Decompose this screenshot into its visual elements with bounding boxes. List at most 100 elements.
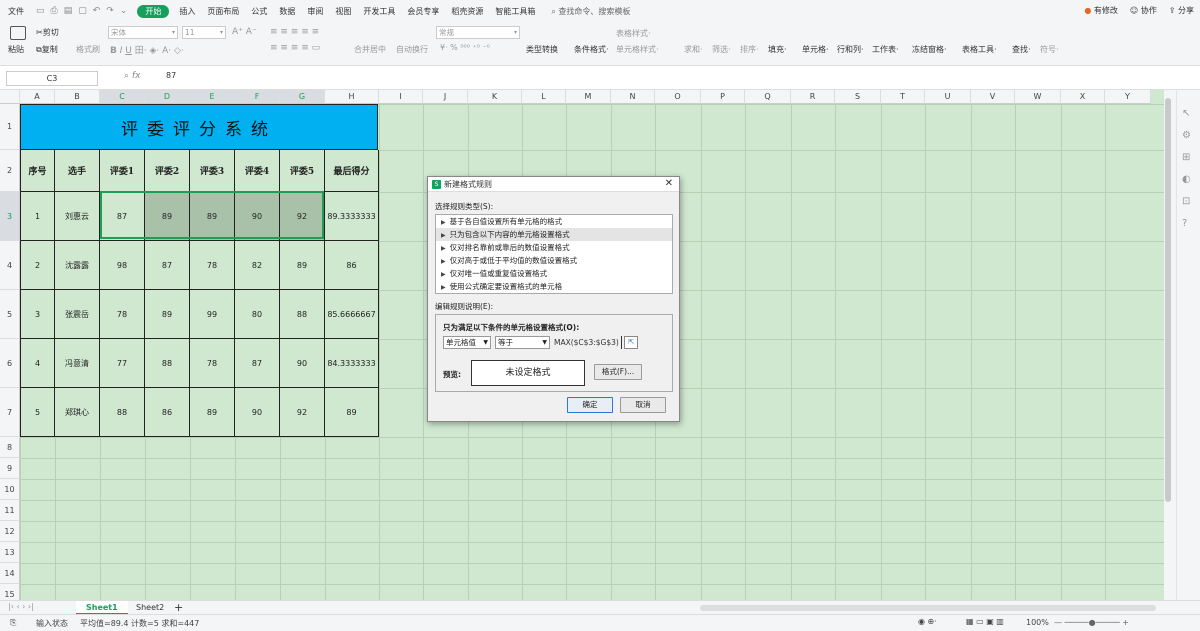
column-header-k[interactable]: K bbox=[468, 90, 522, 104]
column-header-u[interactable]: U bbox=[925, 90, 971, 104]
menu-file[interactable]: 文件 bbox=[0, 6, 30, 17]
table-cell[interactable]: 88 bbox=[145, 339, 190, 388]
rule-type-item[interactable]: ▶ 使用公式确定要设置格式的单元格 bbox=[436, 280, 672, 293]
table-cell[interactable]: 78 bbox=[190, 241, 235, 290]
redo-icon[interactable]: ↷ bbox=[106, 6, 114, 16]
table-cell[interactable]: 78 bbox=[100, 290, 145, 339]
table-cell[interactable]: 92 bbox=[280, 192, 325, 241]
row-header-8[interactable]: 8 bbox=[0, 437, 20, 458]
view-mode-icons[interactable]: ▦ ▭ ▣ ▥ bbox=[966, 617, 1004, 626]
scrollbar-thumb[interactable] bbox=[1165, 98, 1171, 502]
table-cell[interactable]: 98 bbox=[100, 241, 145, 290]
column-header-y[interactable]: Y bbox=[1105, 90, 1151, 104]
table-cell[interactable]: 89 bbox=[145, 290, 190, 339]
table-cell[interactable]: 80 bbox=[235, 290, 280, 339]
column-header-t[interactable]: T bbox=[881, 90, 925, 104]
add-sheet-button[interactable]: + bbox=[164, 601, 193, 615]
horizontal-scrollbar[interactable] bbox=[700, 605, 1156, 611]
tab-data[interactable]: 数据 bbox=[273, 6, 301, 17]
table-cell[interactable]: 86 bbox=[145, 388, 190, 437]
column-header-e[interactable]: E bbox=[190, 90, 235, 104]
find-button[interactable]: 查找· bbox=[1012, 44, 1031, 55]
export-pdf-icon[interactable]: ▢ bbox=[78, 6, 87, 16]
table-cell[interactable]: 78 bbox=[190, 339, 235, 388]
tab-developer[interactable]: 开发工具 bbox=[357, 6, 401, 17]
table-header-cell[interactable]: 评委3 bbox=[190, 150, 235, 192]
collab-button[interactable]: ☺ 协作 bbox=[1130, 5, 1157, 16]
table-cell[interactable]: 刘惠云 bbox=[55, 192, 100, 241]
tab-member[interactable]: 会员专享 bbox=[401, 6, 445, 17]
eye-protection-icon[interactable]: ◉ ⊕· bbox=[918, 617, 937, 626]
table-cell[interactable]: 89 bbox=[325, 388, 379, 437]
table-header-cell[interactable]: 序号 bbox=[20, 150, 55, 192]
table-header-cell[interactable]: 选手 bbox=[55, 150, 100, 192]
table-cell[interactable]: 90 bbox=[280, 339, 325, 388]
selection-summary[interactable]: 平均值=89.4 计数=5 求和=447 bbox=[80, 618, 199, 629]
table-cell[interactable]: 1 bbox=[20, 192, 55, 241]
table-cell[interactable]: 87 bbox=[145, 241, 190, 290]
help-icon[interactable]: ? bbox=[1182, 218, 1187, 229]
column-header-p[interactable]: P bbox=[701, 90, 745, 104]
table-cell[interactable]: 2 bbox=[20, 241, 55, 290]
row-header-3[interactable]: 3 bbox=[0, 192, 20, 241]
changes-button[interactable]: ● 有修改 bbox=[1084, 5, 1118, 16]
table-cell[interactable]: 77 bbox=[100, 339, 145, 388]
formula-input-field[interactable]: MAX($C$3:$G$3) bbox=[554, 336, 622, 349]
column-header-o[interactable]: O bbox=[655, 90, 701, 104]
font-name-select[interactable]: 宋体 ▾ bbox=[108, 26, 178, 39]
rule-type-item[interactable]: ▶ 仅对唯一值或重复值设置格式 bbox=[436, 267, 672, 280]
column-header-x[interactable]: X bbox=[1061, 90, 1105, 104]
cell-button[interactable]: 单元格· bbox=[802, 44, 829, 55]
column-header-h[interactable]: H bbox=[325, 90, 379, 104]
column-header-s[interactable]: S bbox=[835, 90, 881, 104]
table-cell[interactable]: 87 bbox=[235, 339, 280, 388]
worksheet-button[interactable]: 工作表· bbox=[872, 44, 899, 55]
merge-center-button[interactable]: 合并居中 bbox=[354, 44, 386, 55]
table-cell[interactable]: 89 bbox=[190, 192, 235, 241]
sheet-title-cell[interactable]: 评委评分系统 bbox=[20, 104, 378, 150]
rows-cols-button[interactable]: 行和列· bbox=[837, 44, 864, 55]
tab-page-layout[interactable]: 页面布局 bbox=[201, 6, 245, 17]
table-cell[interactable]: 郑琪心 bbox=[55, 388, 100, 437]
table-header-cell[interactable]: 评委1 bbox=[100, 150, 145, 192]
column-header-n[interactable]: N bbox=[611, 90, 655, 104]
tab-insert[interactable]: 插入 bbox=[173, 6, 201, 17]
undo-icon[interactable]: ↶ bbox=[93, 6, 101, 16]
backup-icon[interactable]: ⊡ bbox=[1182, 196, 1190, 207]
row-header-9[interactable]: 9 bbox=[0, 458, 20, 479]
sort-button[interactable]: 排序· bbox=[740, 44, 759, 55]
table-cell[interactable]: 90 bbox=[235, 388, 280, 437]
column-header-d[interactable]: D bbox=[145, 90, 190, 104]
column-header-i[interactable]: I bbox=[379, 90, 423, 104]
row-header-12[interactable]: 12 bbox=[0, 521, 20, 542]
column-header-j[interactable]: J bbox=[423, 90, 468, 104]
format-button[interactable]: 格式(F)... bbox=[594, 364, 642, 380]
type-convert-button[interactable]: 类型转换 bbox=[526, 44, 558, 55]
cancel-button[interactable]: 取消 bbox=[620, 397, 666, 413]
number-format-select[interactable]: 常规 ▾ bbox=[436, 26, 520, 39]
tab-review[interactable]: 审阅 bbox=[301, 6, 329, 17]
row-header-5[interactable]: 5 bbox=[0, 290, 20, 339]
rule-type-item[interactable]: ▶ 仅对高于或低于平均值的数值设置格式 bbox=[436, 254, 672, 267]
align-top-icon[interactable]: ≡ ≡ ≡ ≡ ≡ bbox=[270, 27, 319, 37]
column-header-f[interactable]: F bbox=[235, 90, 280, 104]
table-cell[interactable]: 85.6666667 bbox=[325, 290, 379, 339]
table-cell[interactable]: 张震岳 bbox=[55, 290, 100, 339]
formula-input[interactable]: 87 bbox=[166, 71, 176, 80]
split-icon[interactable]: ⊞ bbox=[1182, 152, 1190, 163]
table-cell[interactable]: 89 bbox=[145, 192, 190, 241]
column-header-v[interactable]: V bbox=[971, 90, 1015, 104]
print-preview-icon[interactable]: ⎙ bbox=[51, 6, 58, 16]
cut-button[interactable]: ✂剪切 bbox=[36, 27, 59, 38]
tab-docer[interactable]: 稻壳资源 bbox=[445, 6, 489, 17]
table-cell[interactable]: 87 bbox=[100, 192, 145, 241]
copy-button[interactable]: ⧉复制 bbox=[36, 44, 58, 55]
save-icon[interactable]: ▭ bbox=[36, 6, 45, 16]
command-search[interactable]: ⌕ 查找命令、搜索模板 bbox=[551, 6, 630, 17]
font-grow-icon[interactable]: A⁺ A⁻ bbox=[232, 27, 257, 37]
row-header-14[interactable]: 14 bbox=[0, 563, 20, 584]
column-header-b[interactable]: B bbox=[55, 90, 100, 104]
column-header-r[interactable]: R bbox=[791, 90, 835, 104]
zoom-level[interactable]: 100% bbox=[1026, 618, 1049, 627]
fx-icon[interactable]: ⌕ fx bbox=[124, 71, 140, 81]
